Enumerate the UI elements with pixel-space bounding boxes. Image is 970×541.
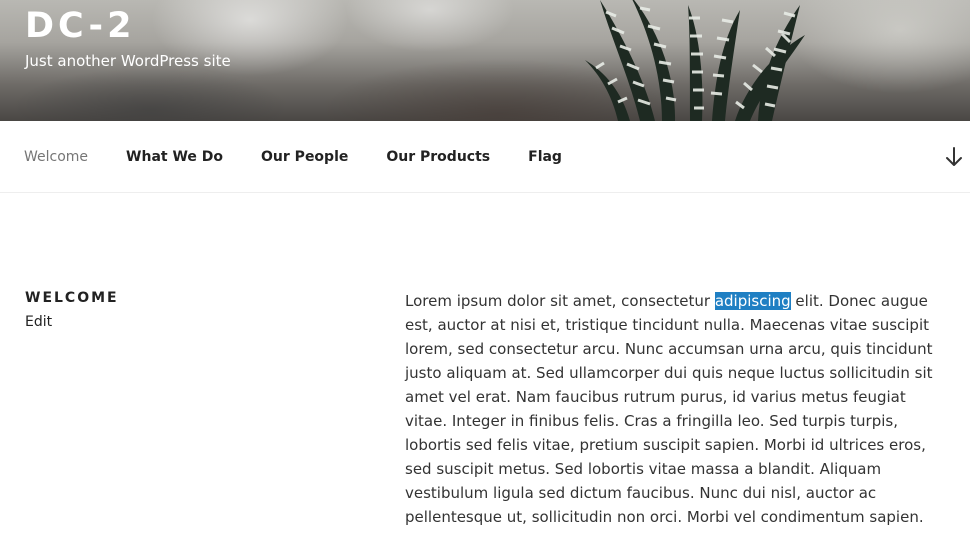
nav-item-flag[interactable]: Flag <box>528 149 562 165</box>
main-navigation: Welcome What We Do Our People Our Produc… <box>0 121 970 193</box>
edit-link[interactable]: Edit <box>25 314 52 330</box>
entry-content: Lorem ipsum dolor sit amet, consectetur … <box>405 289 937 529</box>
site-tagline: Just another WordPress site <box>25 52 231 70</box>
page-title: Welcome <box>25 290 119 306</box>
selected-text: adipiscing <box>714 292 791 310</box>
arrow-down-icon[interactable] <box>944 146 964 168</box>
entry-text-before: Lorem ipsum dolor sit amet, consectetur <box>405 292 715 310</box>
header-banner: DC-2 Just another WordPress site <box>0 0 970 121</box>
nav-item-what-we-do[interactable]: What We Do <box>126 149 223 165</box>
nav-item-our-people[interactable]: Our People <box>261 149 348 165</box>
site-title[interactable]: DC-2 <box>25 6 135 46</box>
nav-item-welcome[interactable]: Welcome <box>24 149 88 165</box>
entry-text-after: elit. Donec augue est, auctor at nisi et… <box>405 292 933 526</box>
nav-item-our-products[interactable]: Our Products <box>386 149 490 165</box>
nav-menu: Welcome What We Do Our People Our Produc… <box>24 121 600 192</box>
